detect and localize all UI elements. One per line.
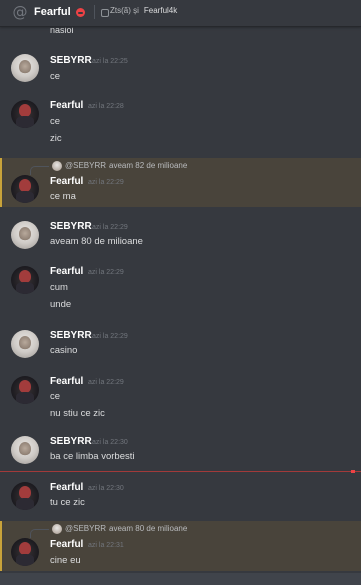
avatar[interactable] bbox=[11, 100, 39, 128]
reply-spine bbox=[30, 529, 49, 538]
message-group[interactable]: Fearful azi la 22:29 cum unde bbox=[0, 263, 361, 319]
message-author[interactable]: SEBYRR bbox=[50, 55, 92, 66]
message-timestamp: azi la 22:29 bbox=[88, 179, 124, 186]
message-text: ce bbox=[50, 391, 61, 402]
message-group[interactable]: SEBYRR azi la 22:29 aveam 80 de milioane bbox=[0, 217, 361, 255]
message-timestamp: azi la 22:29 bbox=[88, 379, 124, 386]
reply-mention: @SEBYRR bbox=[65, 524, 107, 533]
reply-preview[interactable]: @SEBYRR aveam 82 de milioane bbox=[65, 161, 187, 170]
header-alias: Zts(ã) și bbox=[110, 6, 139, 15]
message-text: cine eu bbox=[50, 555, 81, 566]
header-divider bbox=[94, 5, 95, 19]
avatar[interactable] bbox=[11, 482, 39, 510]
message-group[interactable]: SEBYRR azi la 22:29 casino bbox=[0, 327, 361, 365]
message-input-area[interactable] bbox=[0, 573, 361, 585]
message-author[interactable]: SEBYRR bbox=[50, 221, 92, 232]
header-username: Fearful4k bbox=[143, 6, 178, 15]
message-author[interactable]: Fearful bbox=[50, 376, 83, 387]
message-text: ce ma bbox=[50, 191, 76, 202]
message-group[interactable]: SEBYRR azi la 22:25 ce bbox=[0, 50, 361, 90]
avatar[interactable] bbox=[11, 221, 39, 249]
message-timestamp: azi la 22:29 bbox=[88, 269, 124, 276]
message-timestamp: azi la 22:29 bbox=[92, 224, 128, 231]
avatar[interactable] bbox=[11, 376, 39, 404]
message-text: ce bbox=[50, 71, 61, 82]
message-text: ce bbox=[50, 116, 61, 127]
nickname-icon bbox=[101, 9, 109, 17]
reply-avatar bbox=[52, 161, 62, 171]
reply-avatar bbox=[52, 524, 62, 534]
avatar[interactable] bbox=[11, 436, 39, 464]
partial-message-text: nasioi bbox=[50, 26, 74, 35]
message-text: unde bbox=[50, 299, 72, 310]
message-author[interactable]: SEBYRR bbox=[50, 436, 92, 447]
reply-spine bbox=[30, 166, 49, 175]
avatar[interactable] bbox=[11, 330, 39, 358]
message-author[interactable]: Fearful bbox=[50, 100, 83, 111]
message-group[interactable]: Fearful azi la 22:30 tu ce zic bbox=[0, 480, 361, 518]
avatar[interactable] bbox=[11, 175, 39, 203]
message-timestamp: azi la 22:29 bbox=[92, 333, 128, 340]
avatar[interactable] bbox=[11, 266, 39, 294]
message-text: nu stiu ce zic bbox=[50, 408, 105, 419]
message-timestamp: azi la 22:30 bbox=[88, 485, 124, 492]
message-text: zic bbox=[50, 133, 62, 144]
message-author[interactable]: Fearful bbox=[50, 539, 83, 550]
message-timestamp: azi la 22:30 bbox=[92, 439, 128, 446]
dnd-status-icon bbox=[76, 8, 85, 17]
reply-quote: aveam 80 de milioane bbox=[109, 524, 188, 533]
message-author[interactable]: Fearful bbox=[50, 266, 83, 277]
message-author[interactable]: Fearful bbox=[50, 176, 83, 187]
message-group[interactable]: Fearful azi la 22:29 ce nu stiu ce zic bbox=[0, 374, 361, 430]
message-timestamp: azi la 22:28 bbox=[88, 103, 124, 110]
message-group[interactable]: SEBYRR azi la 22:30 ba ce limba vorbesti bbox=[0, 433, 361, 469]
new-messages-divider bbox=[0, 470, 361, 473]
message-text: aveam 80 de milioane bbox=[50, 236, 143, 247]
message-author[interactable]: SEBYRR bbox=[50, 330, 92, 341]
reply-quote: aveam 82 de milioane bbox=[109, 161, 188, 170]
reply-mention: @SEBYRR bbox=[65, 161, 107, 170]
message-text: casino bbox=[50, 345, 78, 356]
at-sign-icon: @ bbox=[12, 3, 28, 21]
message-group-mention[interactable]: @SEBYRR aveam 82 de milioane Fearful azi … bbox=[0, 158, 361, 207]
avatar[interactable] bbox=[11, 54, 39, 82]
message-timestamp: azi la 22:25 bbox=[92, 58, 128, 65]
dm-header: @ Fearful Zts(ã) și Fearful4k bbox=[0, 0, 361, 27]
message-group-mention[interactable]: @SEBYRR aveam 80 de milioane Fearful azi … bbox=[0, 521, 361, 571]
message-timestamp: azi la 22:31 bbox=[88, 542, 124, 549]
message-group[interactable]: Fearful azi la 22:28 ce zic bbox=[0, 96, 361, 151]
reply-preview[interactable]: @SEBYRR aveam 80 de milioane bbox=[65, 524, 187, 533]
message-text: cum bbox=[50, 282, 68, 293]
dm-recipient-name[interactable]: Fearful bbox=[34, 6, 71, 18]
message-author[interactable]: Fearful bbox=[50, 482, 83, 493]
header-user-info: Zts(ã) și Fearful4k bbox=[110, 6, 177, 15]
message-text: tu ce zic bbox=[50, 497, 85, 508]
avatar[interactable] bbox=[11, 538, 39, 566]
message-text: ba ce limba vorbesti bbox=[50, 451, 135, 462]
